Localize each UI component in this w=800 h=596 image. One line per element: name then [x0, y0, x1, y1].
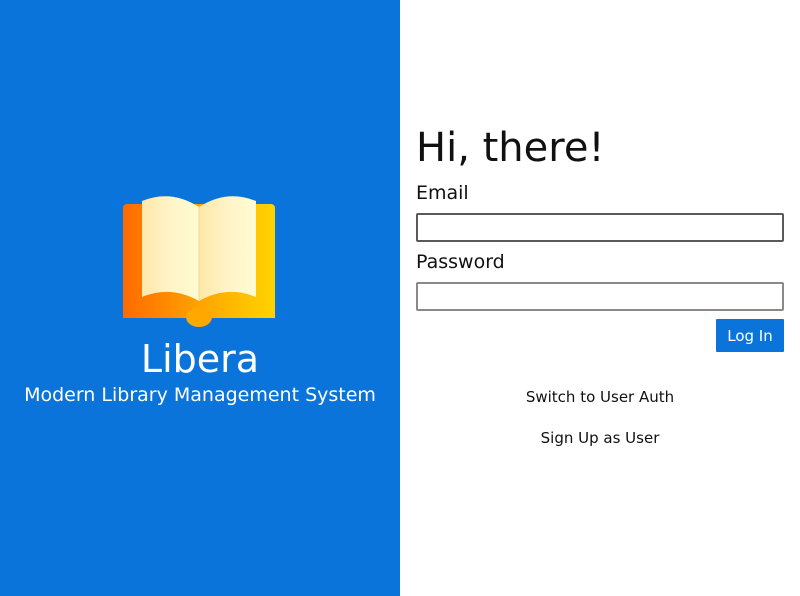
- email-label: Email: [416, 182, 469, 204]
- email-field[interactable]: [416, 213, 784, 242]
- login-panel: Hi, there! Email Password Log In Switch …: [400, 0, 800, 596]
- password-field[interactable]: [416, 282, 784, 311]
- app-name: Libera: [140, 337, 260, 381]
- greeting-heading: Hi, there!: [416, 125, 605, 171]
- sign-up-link[interactable]: Sign Up as User: [400, 428, 800, 448]
- brand-panel: Libera Modern Library Management System: [0, 0, 400, 596]
- app-tagline: Modern Library Management System: [24, 384, 376, 406]
- switch-auth-link[interactable]: Switch to User Auth: [400, 387, 800, 407]
- password-label: Password: [416, 251, 505, 273]
- login-screen: Libera Modern Library Management System …: [0, 0, 800, 596]
- login-button[interactable]: Log In: [716, 319, 784, 352]
- open-book-icon: [123, 196, 275, 327]
